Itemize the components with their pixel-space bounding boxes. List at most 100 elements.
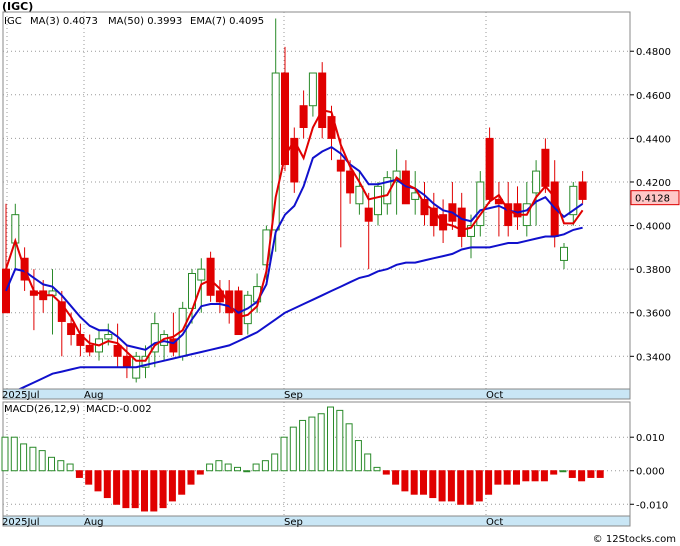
candle-body: [560, 246, 568, 261]
macd-panel: 0.010 0.000 -0.010 2025Jul Aug Sep Oct: [1, 401, 668, 528]
legend-ma50: MA(50) 0.3993: [108, 16, 182, 27]
macd-bar: [141, 470, 148, 512]
macd-bar: [261, 460, 269, 472]
macd-bar: [596, 470, 604, 478]
candle-body: [197, 268, 206, 281]
macd-bar: [410, 470, 418, 495]
macd-tick-label: 0.010: [636, 433, 665, 444]
macd-bar: [531, 470, 539, 482]
macd-date-label: 2025Jul: [2, 517, 40, 528]
macd-bar: [559, 470, 567, 473]
price-tick-label: 0.3600: [636, 309, 671, 320]
candle-body: [355, 185, 364, 205]
candle-body: [122, 355, 131, 368]
macd-bar: [215, 460, 223, 472]
candle-body: [271, 72, 280, 231]
candle-body: [346, 170, 355, 194]
price-panel: 0.3400 0.3600 0.3800 0.4000 0.4200 0.4400 0.46…: [2, 11, 680, 401]
macd-bar: [178, 470, 186, 495]
macd-bar: [159, 470, 167, 509]
macd-date-label: Oct: [486, 517, 503, 528]
macd-bar: [345, 423, 353, 472]
macd-bar: [392, 470, 400, 485]
macd-bar: [317, 413, 325, 472]
macd-bar: [122, 470, 130, 509]
candle-body: [206, 257, 215, 296]
macd-bar: [587, 470, 595, 478]
price-tick-label: 0.4600: [636, 91, 671, 102]
macd-bar: [429, 470, 437, 499]
macd-bar: [382, 470, 390, 475]
candle-body: [308, 72, 317, 107]
macd-bar: [271, 453, 279, 472]
legend-ema7: EMA(7) 0.4095: [190, 16, 264, 27]
macd-bar: [354, 440, 362, 472]
macd-bar: [568, 470, 576, 478]
candle-body: [113, 344, 122, 357]
macd-bar: [475, 470, 483, 502]
price-date-label: Oct: [486, 390, 503, 401]
candle-body: [336, 159, 345, 172]
macd-bar: [48, 456, 55, 472]
price-tick-label: 0.3400: [636, 352, 671, 363]
macd-bar: [364, 453, 372, 472]
macd-title: MACD(26,12,9): [4, 404, 80, 415]
footer-credit: © 12Stocks.com: [593, 534, 676, 545]
macd-bar: [150, 470, 158, 512]
macd-bar: [75, 470, 83, 478]
macd-bar: [327, 406, 334, 472]
macd-bar: [66, 463, 74, 472]
candle-body: [374, 185, 382, 216]
candle-body: [67, 323, 76, 336]
macd-bar: [550, 470, 558, 475]
macd-bar: [420, 470, 427, 495]
price-tick-label: 0.4000: [636, 222, 671, 233]
macd-bar: [503, 470, 511, 485]
macd-bar: [196, 470, 204, 475]
macd-bar: [447, 470, 455, 502]
macd-value: MACD:-0.002: [86, 404, 152, 415]
macd-bar: [38, 450, 46, 472]
macd-bar: [485, 470, 493, 495]
macd-bar: [234, 466, 241, 472]
candle-body: [299, 105, 308, 128]
price-tick-label: 0.3800: [636, 265, 671, 276]
last-price-label: 0.4128: [635, 194, 670, 205]
candle-body: [578, 181, 587, 200]
candle-body: [364, 207, 373, 222]
macd-bar: [20, 443, 28, 472]
price-date-label: Aug: [84, 390, 104, 401]
macd-bar: [1, 436, 9, 472]
macd-bar: [438, 470, 446, 502]
price-tick-label: 0.4400: [636, 134, 671, 145]
macd-bar: [168, 470, 176, 502]
macd-bar: [94, 470, 102, 492]
candle-body: [541, 148, 550, 187]
candle-body: [318, 72, 327, 128]
macd-bar: [187, 470, 195, 485]
price-tick-label: 0.4800: [636, 47, 671, 58]
macd-bar: [85, 470, 93, 485]
macd-date-label: Aug: [84, 517, 104, 528]
macd-bar: [373, 466, 381, 472]
macd-bar: [540, 470, 548, 482]
macd-bar: [224, 463, 232, 472]
indicator-legend: IGC MA(3) 0.4073 MA(50) 0.3993 EMA(7) 0.…: [4, 16, 264, 27]
macd-bar: [578, 470, 586, 482]
macd-bar: [206, 463, 214, 472]
macd-bar: [252, 463, 260, 472]
candle-body: [104, 334, 113, 340]
candle-body: [2, 268, 10, 314]
candle-body: [85, 344, 94, 353]
legend-ma3: MA(3) 0.4073: [30, 16, 98, 27]
candle-body: [420, 198, 429, 216]
macd-date-label: Sep: [284, 517, 303, 528]
macd-bar: [457, 470, 465, 505]
candle-body: [457, 207, 466, 237]
macd-bar: [494, 470, 502, 485]
macd-bar: [280, 436, 288, 472]
macd-bar: [57, 460, 65, 472]
macd-bar: [466, 470, 474, 505]
macd-plot-frame: [2, 401, 631, 517]
macd-bar: [308, 416, 316, 472]
